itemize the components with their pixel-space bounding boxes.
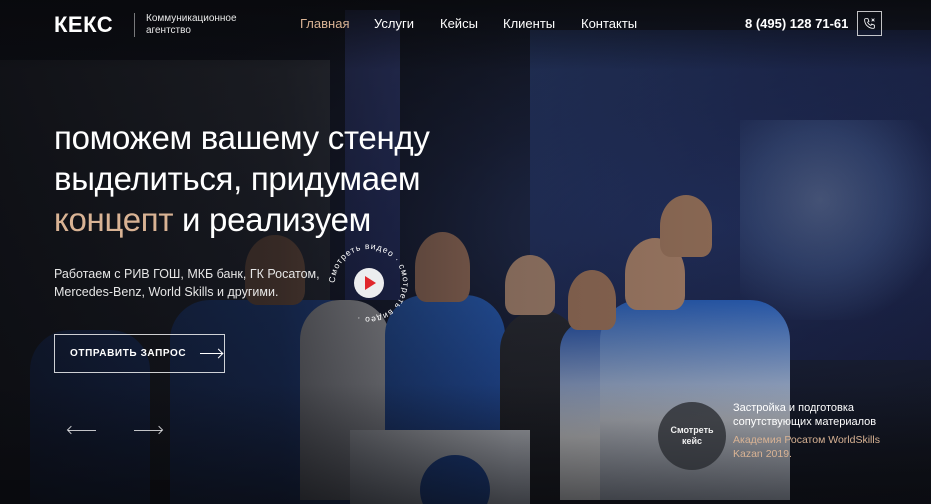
logo-tagline: Коммуникационное агентство — [146, 13, 246, 37]
nav-item-clients[interactable]: Клиенты — [503, 16, 555, 31]
site-header: КЕКС Коммуникационное агентство Главная … — [0, 0, 931, 48]
arrow-right-icon — [200, 353, 223, 354]
phone-icon — [864, 18, 875, 29]
nav-item-services[interactable]: Услуги — [374, 16, 414, 31]
tagline-line-2: агентство — [146, 25, 191, 36]
callback-button[interactable] — [857, 11, 882, 36]
nav-item-cases[interactable]: Кейсы — [440, 16, 478, 31]
case-subtitle: Академия Росатом WorldSkills Kazan 2019. — [733, 434, 880, 460]
logo[interactable]: КЕКС — [54, 12, 113, 38]
logo-divider — [134, 13, 135, 37]
send-request-button[interactable]: ОТПРАВИТЬ ЗАПРОС — [54, 334, 225, 373]
headline-rest: и реализуем — [173, 201, 372, 238]
view-case-line-2: кейс — [681, 436, 703, 446]
phone-number[interactable]: 8 (495) 128 71-61 — [745, 16, 848, 31]
headline-line-1: поможем вашему стенду — [54, 119, 430, 156]
headline-accent: концепт — [54, 201, 174, 238]
headline-line-2: выделиться, придумаем — [54, 160, 421, 197]
hero-headline: поможем вашему стенду выделиться, придум… — [54, 117, 474, 240]
hero-subtitle: Работаем с РИВ ГОШ, МКБ банк, ГК Росатом… — [54, 267, 320, 299]
play-icon — [354, 268, 384, 298]
watch-video-button[interactable]: Смотреть видео · смотреть видео · — [323, 237, 415, 329]
tagline-line-1: Коммуникационное — [146, 13, 237, 24]
view-case-line-1: Смотреть — [670, 425, 714, 435]
slider-prev-button[interactable] — [66, 424, 96, 436]
nav-item-contacts[interactable]: Контакты — [581, 16, 637, 31]
slider-next-button[interactable] — [134, 424, 164, 436]
view-case-button[interactable]: Смотреть кейс — [658, 402, 726, 470]
nav-item-home[interactable]: Главная — [300, 16, 349, 31]
case-title: Застройка и подготовка сопутствующих мат… — [733, 402, 877, 428]
send-request-label: ОТПРАВИТЬ ЗАПРОС — [70, 348, 187, 359]
